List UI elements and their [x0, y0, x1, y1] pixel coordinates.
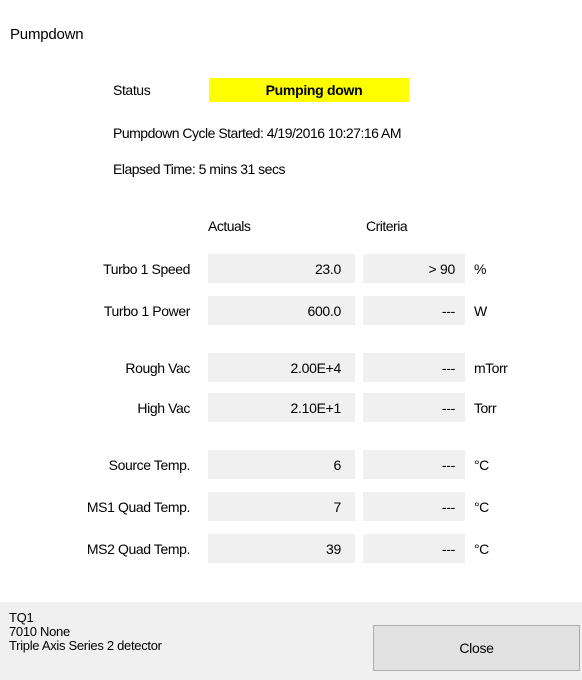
actual-value: 600.0 [208, 296, 355, 325]
row-label: Source Temp. [108, 457, 191, 473]
actual-value: 23.0 [208, 254, 355, 283]
device-model-text: 7010 None [9, 624, 70, 639]
criteria-value: --- [363, 492, 465, 521]
close-button[interactable]: Close [373, 625, 580, 671]
criteria-value: --- [363, 534, 465, 563]
criteria-value: > 90 [363, 254, 465, 283]
cycle-started-text: Pumpdown Cycle Started: 4/19/2016 10:27:… [113, 125, 402, 141]
device-name-text: TQ1 [9, 610, 34, 625]
row-label: Rough Vac [125, 360, 190, 376]
criteria-value: --- [363, 296, 465, 325]
unit-label: °C [474, 541, 489, 557]
row-label: High Vac [137, 400, 190, 416]
actual-value: 6 [208, 450, 355, 479]
actuals-column-header: Actuals [208, 218, 251, 234]
criteria-value: --- [363, 450, 465, 479]
status-label: Status [113, 82, 151, 98]
unit-label: Torr [474, 400, 497, 416]
unit-label: °C [474, 457, 489, 473]
unit-label: W [474, 303, 487, 319]
dialog-title: Pumpdown [10, 26, 84, 43]
criteria-column-header: Criteria [366, 218, 408, 234]
unit-label: % [474, 261, 486, 277]
row-label: MS1 Quad Temp. [86, 499, 190, 515]
elapsed-time-text: Elapsed Time: 5 mins 31 secs [113, 161, 285, 177]
actual-value: 7 [208, 492, 355, 521]
actual-value: 2.10E+1 [208, 393, 355, 422]
row-label: Turbo 1 Power [103, 303, 191, 319]
status-badge: Pumping down [209, 78, 409, 102]
criteria-value: --- [363, 393, 465, 422]
pumpdown-dialog: Pumpdown Status Pumping down Pumpdown Cy… [0, 0, 582, 680]
detector-text: Triple Axis Series 2 detector [9, 638, 162, 653]
row-label: Turbo 1 Speed [103, 261, 190, 277]
unit-label: °C [474, 499, 489, 515]
actual-value: 2.00E+4 [208, 353, 355, 382]
actual-value: 39 [208, 534, 355, 563]
criteria-value: --- [363, 353, 465, 382]
row-label: MS2 Quad Temp. [86, 541, 190, 557]
unit-label: mTorr [474, 360, 508, 376]
